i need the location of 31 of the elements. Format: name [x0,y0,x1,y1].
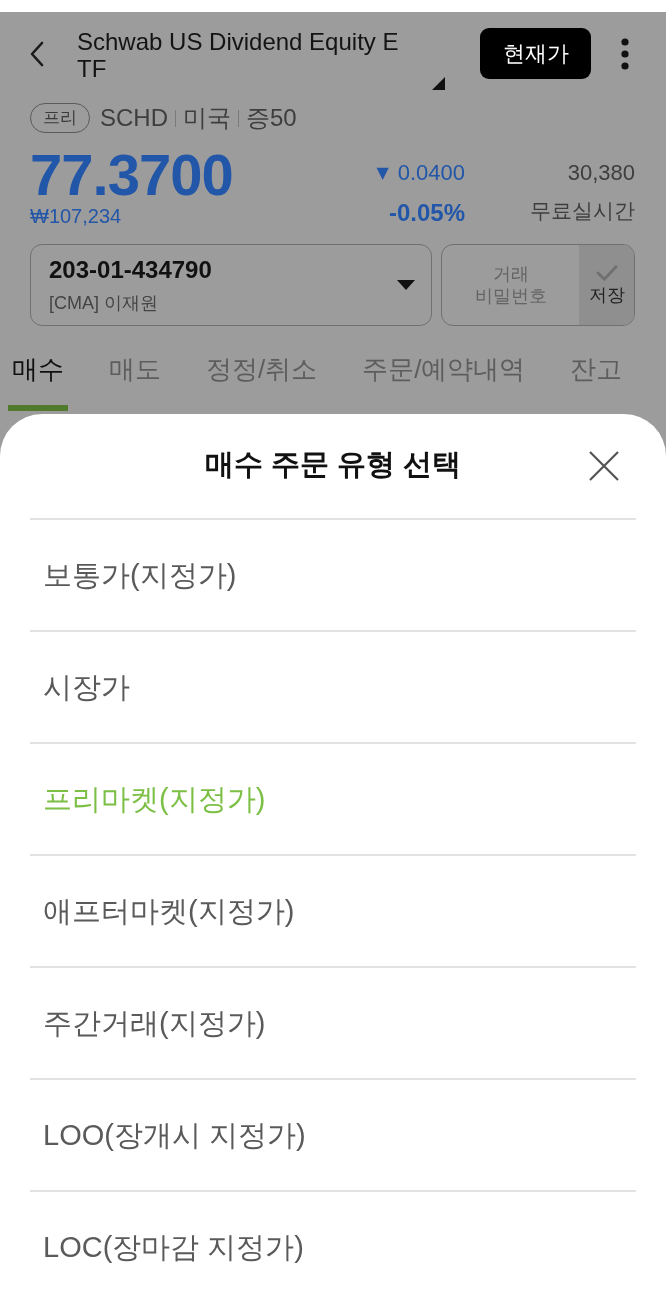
price-krw-text: ₩107,234 [30,204,123,228]
corner-triangle-icon[interactable] [432,77,445,90]
change-text: 0.0400 [397,160,465,186]
market-text: 미국 [183,103,231,133]
volume-text: 30,380 [567,160,635,186]
account-dropdown[interactable]: 203-01-434790 [CMA] 이재원 [30,244,432,326]
close-button[interactable] [588,450,620,482]
order-type-option[interactable]: 주간거래(지정가) [30,966,636,1078]
order-type-option[interactable]: 애프터마켓(지정가) [30,854,636,966]
order-type-option[interactable]: LOC(장마감 지정가) [30,1190,636,1293]
password-label: 거래 비밀번호 [473,263,548,307]
order-type-option[interactable]: 보통가(지정가) [30,518,636,630]
change-rate-text: -0.05% [388,199,465,227]
stock-title: Schwab US Dividend Equity ETF [77,28,400,82]
order-type-option[interactable]: 시장가 [30,630,636,742]
price-text: 77.3700 [30,146,234,204]
more-menu-icon[interactable] [621,38,629,70]
current-price-button[interactable]: 현재가 [480,28,591,79]
ticker-text: SCHD [100,103,168,133]
dropdown-caret-icon [397,280,415,290]
sheet-title: 매수 주문 유형 선택 [204,447,462,483]
account-number-text: 203-01-434790 [49,255,213,285]
close-icon [588,450,620,482]
margin-rate-text: 증50 [246,103,297,133]
back-icon[interactable] [30,41,44,67]
save-label: 저장 [588,284,625,306]
account-owner-text: [CMA] 이재원 [49,292,159,315]
down-triangle-icon: ▼ [376,163,389,183]
realtime-feed-text: 무료실시간 [530,198,635,224]
save-password-toggle[interactable]: 저장 [579,245,634,325]
order-type-option[interactable]: LOO(장개시 지정가) [30,1078,636,1190]
